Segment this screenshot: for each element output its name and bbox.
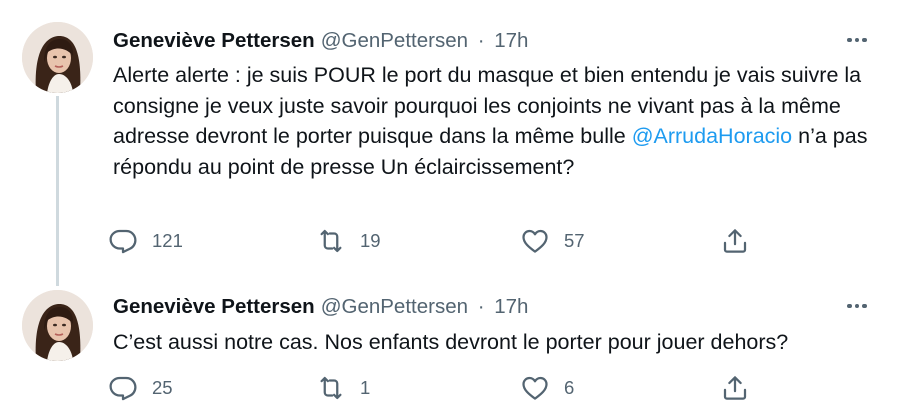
timestamp[interactable]: 17h	[494, 295, 528, 318]
like-count: 6	[564, 377, 575, 398]
retweet-icon	[320, 229, 342, 253]
reply-icon	[109, 376, 137, 401]
author-handle[interactable]: @GenPettersen	[321, 29, 468, 52]
author-name[interactable]: Geneviève Pettersen	[113, 295, 315, 318]
share-button[interactable]	[720, 226, 750, 256]
share-icon	[723, 376, 747, 400]
like-button[interactable]: 6	[520, 373, 574, 403]
timestamp[interactable]: 17h	[494, 29, 528, 52]
reply-button[interactable]: 25	[108, 373, 173, 403]
reply-icon	[109, 229, 137, 254]
more-icon[interactable]	[840, 28, 874, 52]
more-icon[interactable]	[840, 294, 874, 318]
like-icon	[522, 229, 548, 253]
retweet-button[interactable]: 1	[316, 373, 370, 403]
like-icon	[522, 376, 548, 400]
tweet[interactable]: Geneviève Pettersen @GenPettersen · 17h C…	[0, 285, 898, 412]
author-name[interactable]: Geneviève Pettersen	[113, 29, 315, 52]
retweet-count: 19	[360, 230, 381, 251]
like-count: 57	[564, 230, 585, 251]
avatar[interactable]	[22, 22, 93, 93]
retweet-count: 1	[360, 377, 371, 398]
mention-link[interactable]: @ArrudaHoracio	[632, 124, 792, 148]
tweet-text-body: C’est aussi notre cas. Nos enfants devro…	[113, 330, 789, 354]
retweet-icon	[320, 376, 342, 400]
reply-count: 121	[152, 230, 183, 251]
avatar[interactable]	[22, 290, 93, 361]
tweet-text: C’est aussi notre cas. Nos enfants devro…	[113, 327, 883, 358]
share-icon	[723, 229, 747, 253]
like-button[interactable]: 57	[520, 226, 585, 256]
tweet-header: Geneviève Pettersen @GenPettersen · 17h	[113, 295, 528, 319]
author-handle[interactable]: @GenPettersen	[321, 295, 468, 318]
reply-button[interactable]: 121	[108, 226, 183, 256]
tweet-text: Alerte alerte : je suis POUR le port du …	[113, 60, 883, 182]
separator-dot: ·	[477, 295, 485, 318]
reply-count: 25	[152, 377, 173, 398]
tweet[interactable]: Geneviève Pettersen @GenPettersen · 17h A…	[0, 0, 898, 285]
tweet-header: Geneviève Pettersen @GenPettersen · 17h	[113, 29, 528, 53]
retweet-button[interactable]: 19	[316, 226, 381, 256]
share-button[interactable]	[720, 373, 750, 403]
separator-dot: ·	[477, 29, 485, 52]
